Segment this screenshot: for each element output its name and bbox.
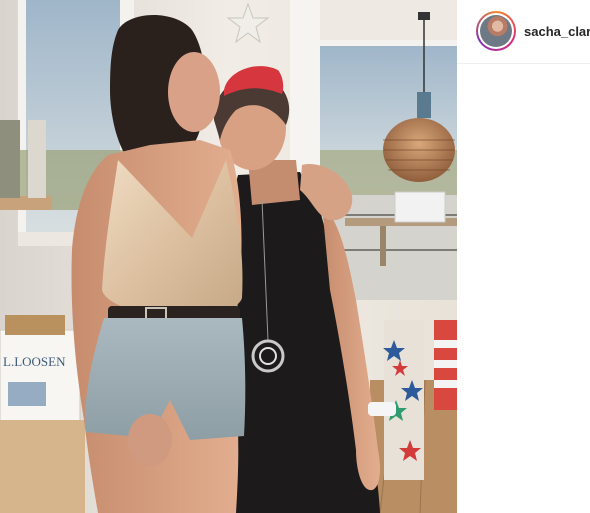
username-link[interactable]: sacha_clare (524, 24, 590, 39)
box-label: L.LOOSEN (3, 354, 66, 369)
post-photo-illustration: L.LOOSEN (0, 0, 457, 513)
avatar[interactable] (476, 11, 516, 51)
wristwatch (368, 402, 396, 416)
profile-avatar-icon (480, 15, 512, 47)
post-photo[interactable]: L.LOOSEN (0, 0, 457, 513)
cardboard-box (0, 329, 81, 426)
younger-woman-face (168, 52, 220, 132)
avatar-border (478, 13, 514, 49)
post-header: sacha_clare (457, 0, 590, 64)
instagram-post: L.LOOSEN sacha_clar (0, 0, 590, 513)
post-sidebar: sacha_clare (457, 0, 590, 513)
